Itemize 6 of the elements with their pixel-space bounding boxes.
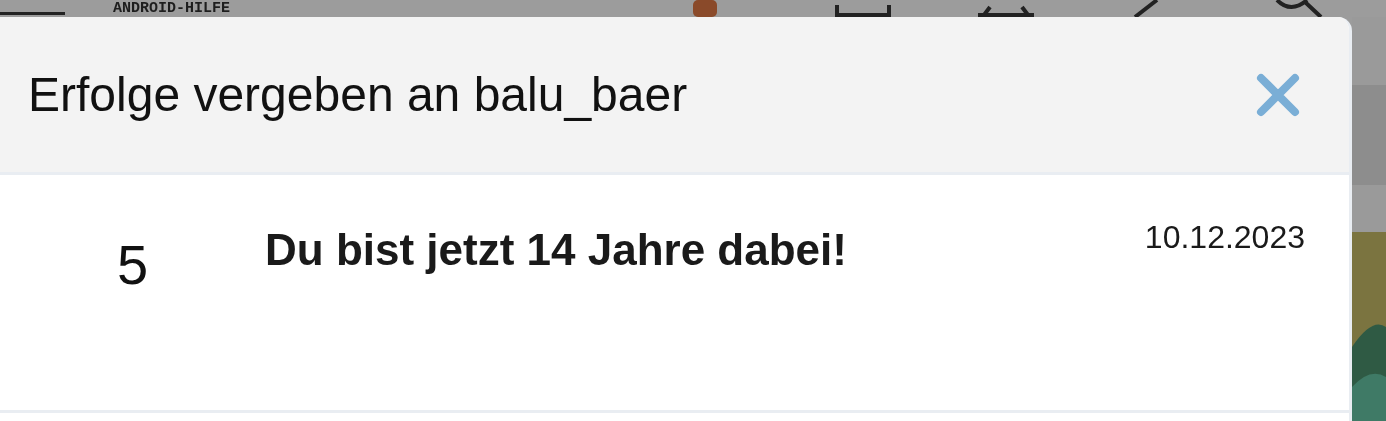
close-icon: [1255, 71, 1301, 118]
site-logo[interactable]: ANDROID-HILFE: [113, 0, 231, 17]
achievement-title: Du bist jetzt 14 Jahre dabei!: [265, 224, 848, 276]
points-value: 5: [115, 232, 150, 298]
dialog-title: Erfolge vergeben an balu_baer: [28, 66, 688, 123]
achievement-date: 10.12.2023: [1144, 218, 1306, 257]
